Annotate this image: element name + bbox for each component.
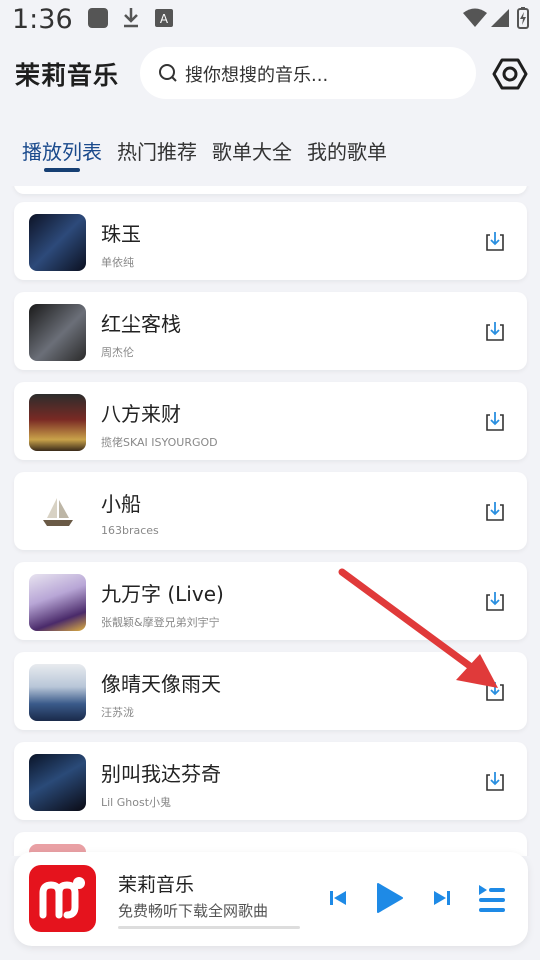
player-subtitle: 免费畅听下载全网歌曲 [118, 902, 269, 920]
app-title: 茉莉音乐 [15, 61, 120, 90]
album-cover [29, 664, 86, 721]
tab-my-lists[interactable]: 我的歌单 [307, 136, 387, 165]
song-artist: 周杰伦 [101, 346, 134, 359]
download-icon[interactable] [483, 409, 507, 433]
search-placeholder: 搜你想搜的音乐... [185, 65, 329, 86]
album-cover [29, 394, 86, 451]
download-icon[interactable] [483, 319, 507, 343]
tab-bar: 播放列表 热门推荐 歌单大全 我的歌单 [0, 130, 540, 180]
battery-charging-icon [517, 7, 529, 29]
search-input[interactable]: 搜你想搜的音乐... [140, 47, 476, 99]
list-item[interactable]: 小船 163braces [14, 472, 527, 550]
song-title: 像晴天像雨天 [101, 672, 221, 696]
settings-icon[interactable] [492, 56, 528, 92]
play-icon[interactable] [374, 882, 404, 914]
song-artist: 揽佬SKAI ISYOURGOD [101, 436, 218, 449]
album-cover [29, 214, 86, 271]
status-time: 1:36 [12, 4, 73, 35]
song-title: 八方来财 [101, 402, 181, 426]
list-item[interactable]: 珠玉 单依纯 [14, 202, 527, 280]
mini-player[interactable]: 茉莉音乐 免费畅听下载全网歌曲 [14, 852, 528, 946]
tab-active-indicator [44, 168, 80, 172]
wifi-icon [463, 8, 487, 27]
song-artist: 单依纯 [101, 256, 134, 269]
svg-text:A: A [160, 12, 169, 26]
song-artist: 汪苏泷 [101, 706, 134, 719]
song-artist: 163braces [101, 524, 159, 537]
download-icon[interactable] [483, 499, 507, 523]
keyboard-notification-icon: A [155, 9, 173, 27]
song-artist: 张靓颖&摩登兄弟刘宇宁 [101, 616, 220, 629]
song-title: 小船 [101, 492, 141, 516]
music-note-logo-icon [39, 877, 85, 919]
tab-hot-recommend[interactable]: 热门推荐 [117, 136, 197, 165]
search-icon [159, 64, 177, 82]
list-item[interactable] [14, 186, 527, 194]
tab-song-lists[interactable]: 歌单大全 [212, 136, 292, 165]
app-logo [29, 865, 96, 932]
download-icon[interactable] [483, 229, 507, 253]
status-bar: 1:36 A [0, 0, 540, 44]
next-track-icon[interactable] [432, 888, 452, 908]
list-item[interactable]: 别叫我达芬奇 Lil Ghost小鬼 [14, 742, 527, 820]
song-title: 别叫我达芬奇 [101, 762, 221, 786]
song-title: 九万字 (Live) [101, 582, 224, 606]
album-cover [29, 754, 86, 811]
download-notification-icon [124, 8, 138, 28]
annotation-arrow [338, 568, 498, 688]
song-title: 红尘客栈 [101, 312, 181, 336]
player-title: 茉莉音乐 [118, 874, 195, 896]
previous-track-icon[interactable] [328, 888, 348, 908]
list-item[interactable]: 八方来财 揽佬SKAI ISYOURGOD [14, 382, 527, 460]
app-notification-icon [88, 8, 108, 28]
album-cover [29, 304, 86, 361]
album-cover [29, 484, 86, 541]
boat-icon [43, 498, 73, 526]
album-cover [29, 574, 86, 631]
progress-bar[interactable] [118, 926, 300, 929]
signal-icon [491, 9, 509, 27]
download-icon[interactable] [483, 769, 507, 793]
playlist-icon[interactable] [477, 882, 507, 914]
song-list[interactable]: 珠玉 单依纯 红尘客栈 周杰伦 八方来财 揽佬SKAI ISYOURGOD 小船… [0, 186, 540, 856]
song-title: 珠玉 [101, 222, 141, 246]
song-artist: Lil Ghost小鬼 [101, 796, 172, 809]
tab-playlist[interactable]: 播放列表 [22, 136, 102, 165]
list-item[interactable]: 红尘客栈 周杰伦 [14, 292, 527, 370]
